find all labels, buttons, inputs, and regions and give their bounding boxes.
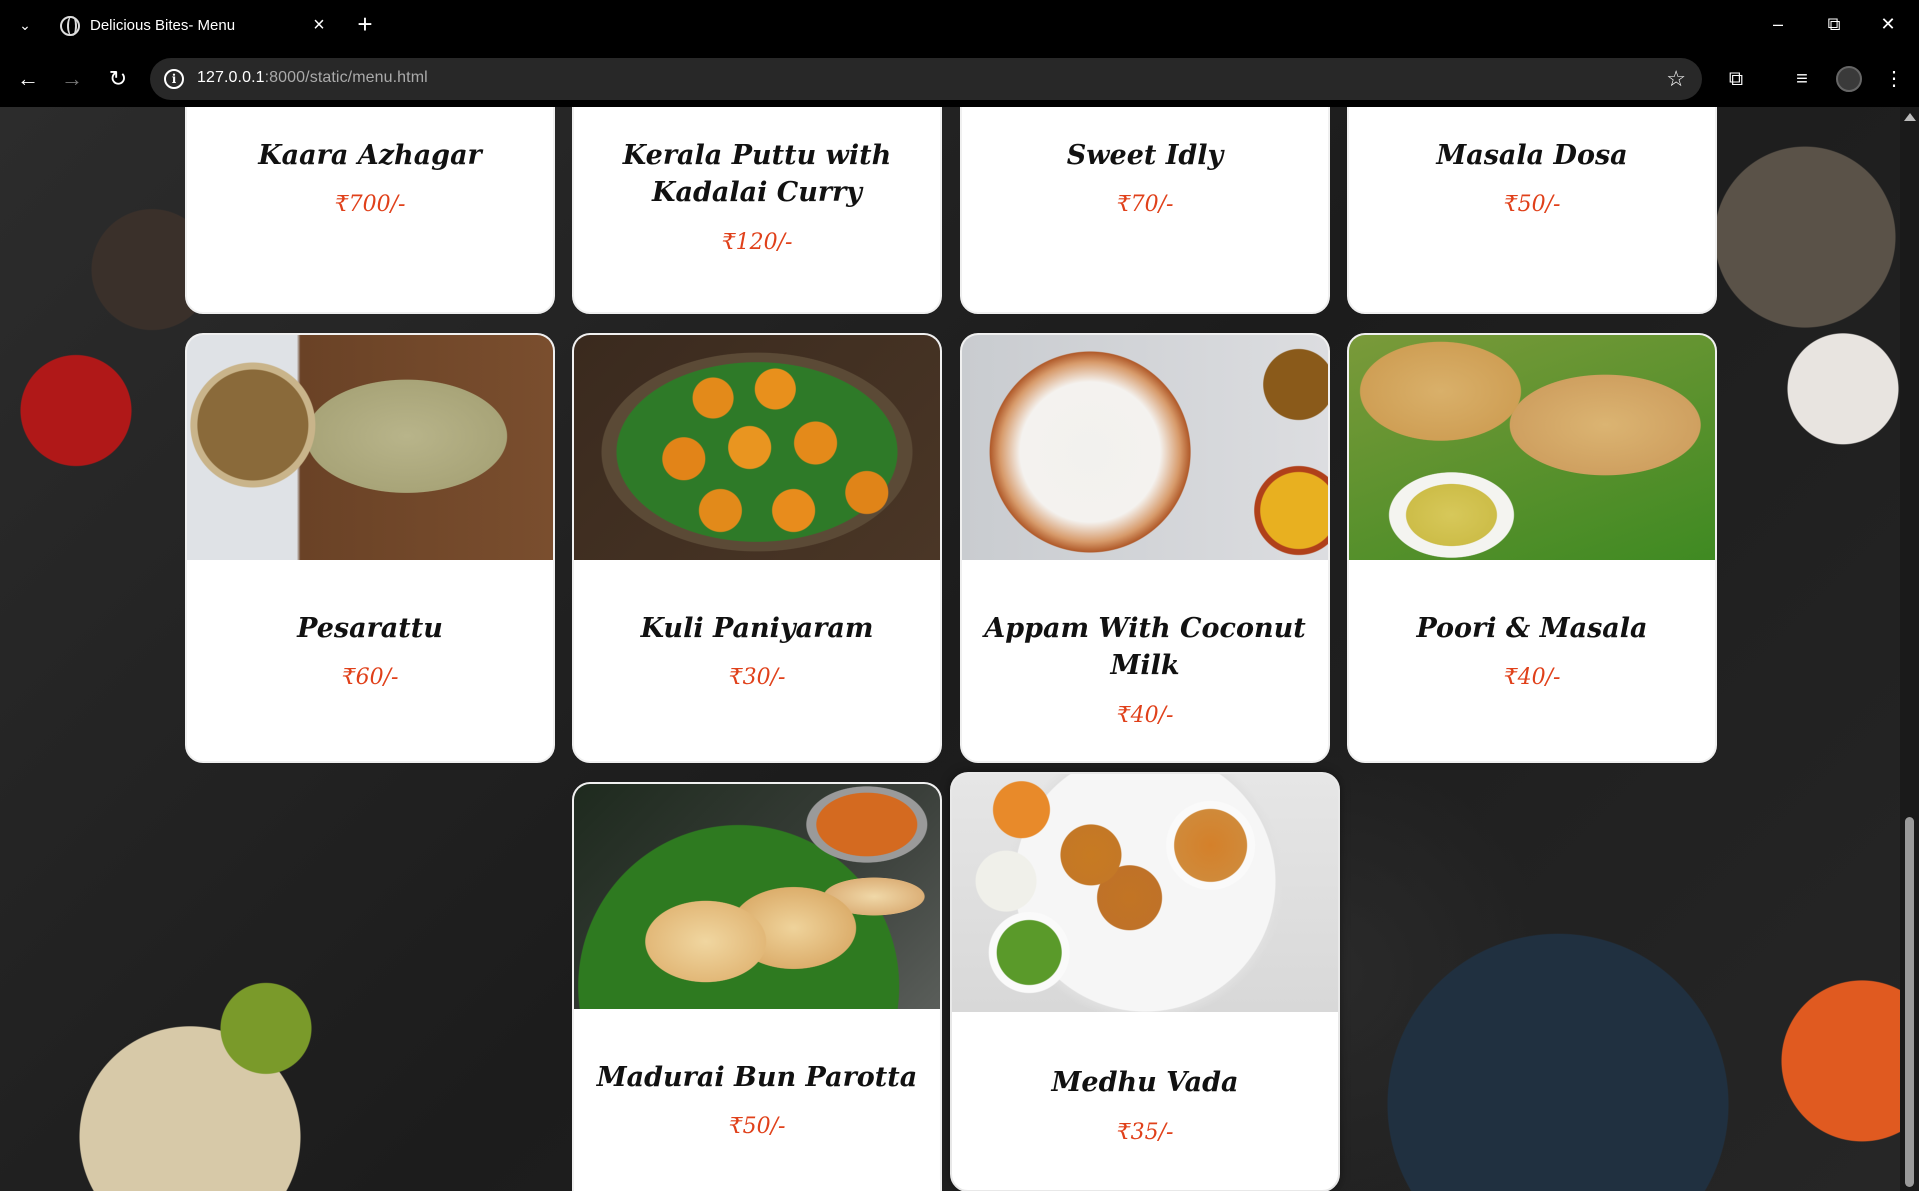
menu-item-name: Madurai Bun Parotta <box>596 1062 918 1093</box>
scroll-up-arrow-icon[interactable] <box>1904 113 1916 121</box>
address-bar[interactable]: i 127.0.0.1:8000/static/menu.html ☆ <box>150 58 1702 100</box>
browser-tab[interactable]: Delicious Bites- Menu × <box>50 6 340 50</box>
media-queue-icon[interactable]: ≡ <box>1788 65 1816 93</box>
url-text[interactable]: 127.0.0.1:8000/static/menu.html <box>197 69 428 87</box>
menu-item-price: ₹50/- <box>1503 192 1561 217</box>
scrollbar-thumb[interactable] <box>1905 817 1914 1187</box>
tab-strip: ⌄ Delicious Bites- Menu × + – ⧉ ✕ <box>0 0 1919 50</box>
window-close-icon[interactable]: ✕ <box>1868 10 1908 38</box>
menu-item-price: ₹50/- <box>728 1114 786 1139</box>
menu-card[interactable]: Poori & Masala ₹40/- <box>1347 333 1717 763</box>
page-background: Kaara Azhagar ₹700/- Kerala Puttu with K… <box>0 107 1900 1191</box>
reload-icon[interactable]: ↻ <box>104 65 132 93</box>
food-image <box>187 335 553 560</box>
browser-toolbar: ← → ↻ i 127.0.0.1:8000/static/menu.html … <box>0 50 1919 107</box>
menu-item-name: Appam With Coconut Milk <box>984 613 1306 681</box>
menu-item-price: ₹60/- <box>341 665 399 690</box>
menu-item-name: Kuli Paniyaram <box>640 613 874 644</box>
menu-item-name: Kaara Azhagar <box>258 140 482 171</box>
menu-item-name: Sweet Idly <box>1066 140 1224 171</box>
arrow-right-icon[interactable]: → <box>58 65 86 93</box>
menu-item-name: Medhu Vada <box>1051 1067 1239 1098</box>
food-image <box>574 784 940 1009</box>
menu-card[interactable]: Pesarattu ₹60/- <box>185 333 555 763</box>
star-icon[interactable]: ☆ <box>1666 66 1686 92</box>
menu-item-price: ₹35/- <box>1116 1120 1174 1145</box>
menu-item-price: ₹70/- <box>1116 192 1174 217</box>
food-image <box>1349 335 1715 560</box>
restore-icon[interactable]: ⧉ <box>1814 10 1854 38</box>
arrow-left-icon[interactable]: ← <box>14 65 42 93</box>
menu-card[interactable]: Sweet Idly ₹70/- <box>960 107 1330 314</box>
menu-card[interactable]: Masala Dosa ₹50/- <box>1347 107 1717 314</box>
menu-item-price: ₹40/- <box>1116 703 1174 728</box>
menu-item-name: Pesarattu <box>297 613 443 644</box>
minimize-icon[interactable]: – <box>1758 10 1798 38</box>
menu-card[interactable]: Kaara Azhagar ₹700/- <box>185 107 555 314</box>
puzzle-icon[interactable]: ⧉ <box>1722 65 1750 93</box>
plus-icon[interactable]: + <box>352 11 378 38</box>
info-icon[interactable]: i <box>164 69 184 89</box>
food-image <box>952 774 1338 1012</box>
menu-card[interactable]: Appam With Coconut Milk ₹40/- <box>960 333 1330 763</box>
menu-item-price: ₹30/- <box>728 665 786 690</box>
close-icon[interactable]: × <box>308 14 330 36</box>
vertical-scrollbar[interactable] <box>1900 107 1919 1191</box>
menu-item-name: Poori & Masala <box>1416 613 1648 644</box>
kebab-menu-icon[interactable]: ⋮ <box>1880 65 1908 93</box>
avatar[interactable] <box>1836 66 1862 92</box>
menu-item-name: Kerala Puttu with Kadalai Curry <box>622 140 892 208</box>
globe-icon <box>60 16 80 36</box>
menu-item-price: ₹700/- <box>334 192 406 217</box>
food-image <box>574 335 940 560</box>
menu-item-name: Masala Dosa <box>1436 140 1628 171</box>
menu-item-price: ₹40/- <box>1503 665 1561 690</box>
menu-card[interactable]: Kuli Paniyaram ₹30/- <box>572 333 942 763</box>
food-image <box>962 335 1328 560</box>
chevron-down-icon[interactable]: ⌄ <box>12 12 38 38</box>
menu-card-hovered[interactable]: Medhu Vada ₹35/- <box>950 772 1340 1191</box>
menu-item-price: ₹120/- <box>721 230 793 255</box>
menu-card[interactable]: Kerala Puttu with Kadalai Curry ₹120/- <box>572 107 942 314</box>
menu-card[interactable]: Madurai Bun Parotta ₹50/- <box>572 782 942 1191</box>
tab-title: Delicious Bites- Menu <box>90 17 236 34</box>
